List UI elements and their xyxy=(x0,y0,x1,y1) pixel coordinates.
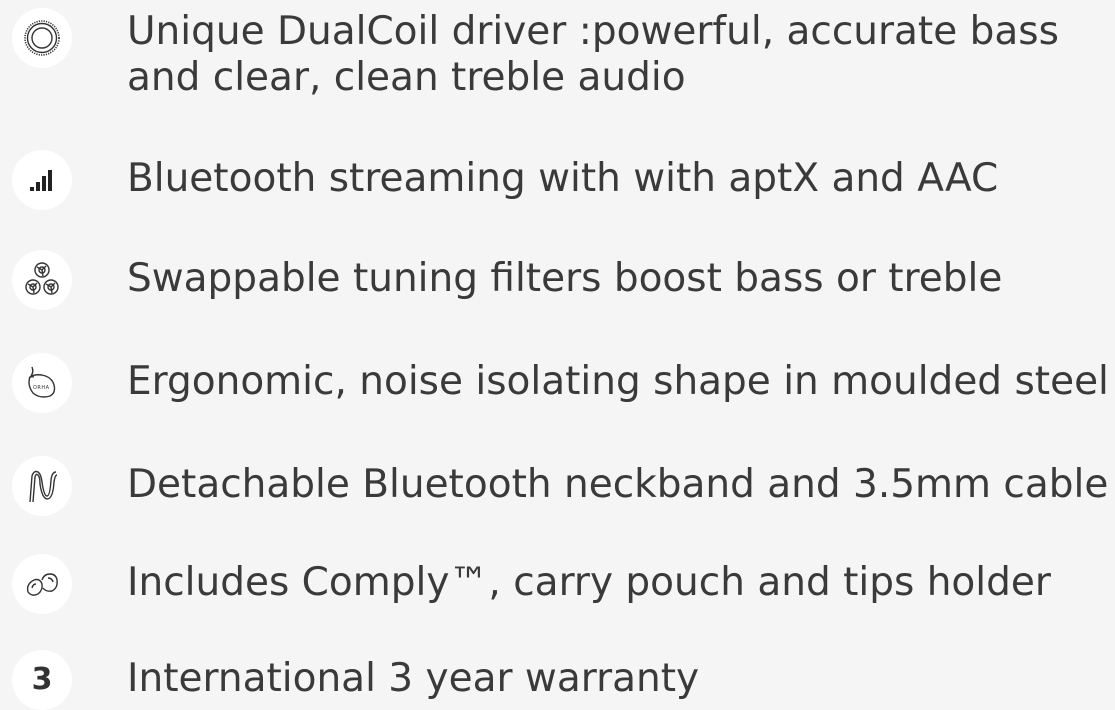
driver-coil-icon xyxy=(12,8,72,68)
features-list: Unique DualCoil driver :powerful, accura… xyxy=(0,0,1115,710)
feature-text-line-2: and clear, clean treble audio xyxy=(127,55,686,100)
feature-text: Ergonomic, noise isolating shape in moul… xyxy=(127,359,1109,404)
three-year-icon: 3 xyxy=(12,650,72,710)
feature-text: Swappable tuning filters boost bass or t… xyxy=(127,256,1003,301)
earbud-shape-icon: ORHA xyxy=(12,353,72,413)
ear-tips-icon xyxy=(12,554,72,614)
svg-text:ORHA: ORHA xyxy=(33,385,50,391)
tuning-filters-icon xyxy=(12,250,72,310)
three-year-glyph: 3 xyxy=(31,662,53,697)
feature-text-line-1: Unique DualCoil driver :powerful, accura… xyxy=(127,9,1059,54)
feature-text: Detachable Bluetooth neckband and 3.5mm … xyxy=(127,462,1109,507)
feature-text: Bluetooth streaming with with aptX and A… xyxy=(127,156,999,201)
feature-text: International 3 year warranty xyxy=(127,656,700,701)
feature-text: Includes Comply™, carry pouch and tips h… xyxy=(127,560,1051,605)
feature-text: Unique DualCoil driver :powerful, accura… xyxy=(127,9,1112,101)
cable-icon xyxy=(12,456,72,516)
signal-bars-icon xyxy=(12,150,72,210)
